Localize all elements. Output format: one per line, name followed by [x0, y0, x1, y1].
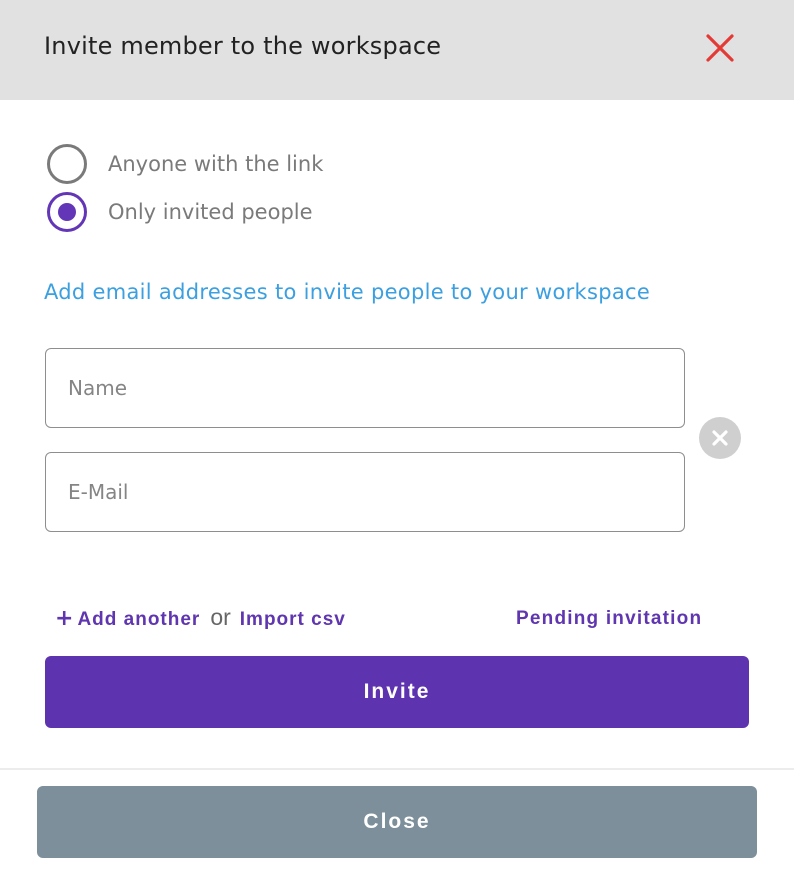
invite-button[interactable]: Invite — [45, 656, 749, 728]
radio-label-anyone: Anyone with the link — [108, 152, 324, 176]
invite-hint-text: Add email addresses to invite people to … — [44, 280, 651, 304]
radio-anyone-with-link[interactable]: Anyone with the link — [47, 144, 323, 184]
pending-invitation-link[interactable]: Pending invitation — [516, 608, 702, 630]
import-csv-link[interactable]: Import csv — [240, 609, 346, 631]
radio-checked-icon[interactable] — [47, 192, 87, 232]
close-x-icon[interactable] — [700, 28, 740, 68]
invite-member-dialog: Invite member to the workspace Anyone wi… — [0, 0, 794, 870]
close-button[interactable]: Close — [37, 786, 757, 858]
add-another-link[interactable]: Add another — [77, 609, 200, 631]
email-input[interactable] — [45, 452, 685, 532]
name-input[interactable] — [45, 348, 685, 428]
dialog-title: Invite member to the workspace — [44, 32, 442, 60]
plus-icon[interactable]: + — [55, 606, 73, 631]
dialog-header: Invite member to the workspace — [0, 0, 794, 100]
radio-label-only-invited: Only invited people — [108, 200, 313, 224]
radio-only-invited[interactable]: Only invited people — [47, 192, 313, 232]
footer-divider — [0, 768, 794, 770]
remove-circle-icon[interactable] — [699, 417, 741, 459]
or-separator: or — [210, 604, 231, 630]
form-links-row: + Add another or Import csv — [55, 604, 346, 631]
radio-unchecked-icon[interactable] — [47, 144, 87, 184]
